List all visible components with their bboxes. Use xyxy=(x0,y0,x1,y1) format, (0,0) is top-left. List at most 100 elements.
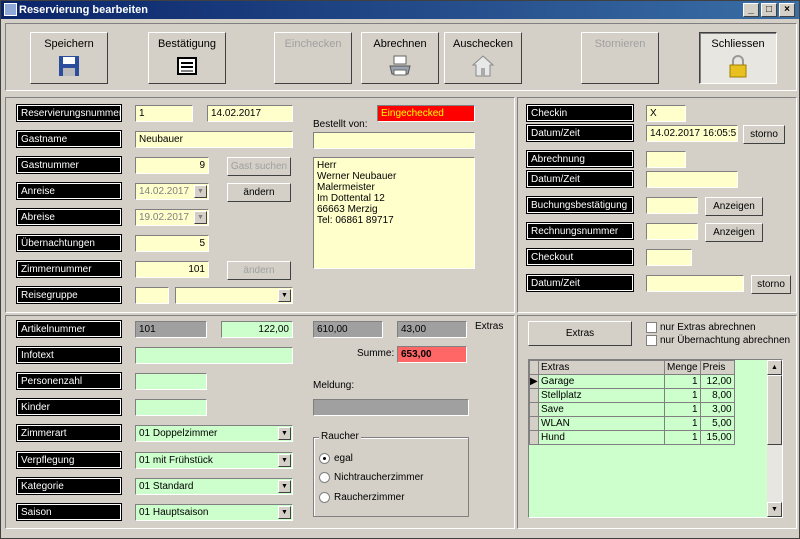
extra-price[interactable]: 15,00 xyxy=(699,430,735,445)
maximize-button[interactable]: □ xyxy=(761,3,777,17)
confirmation-button[interactable]: Bestätigung xyxy=(148,32,226,84)
row-selector xyxy=(529,416,539,431)
column-header-extras[interactable]: Extras xyxy=(538,360,665,375)
extra-quantity[interactable]: 1 xyxy=(664,374,701,389)
reservation-number-field[interactable]: 1 xyxy=(135,105,193,122)
extra-price[interactable]: 5,00 xyxy=(699,416,735,431)
extra-name[interactable]: Garage xyxy=(538,374,665,389)
billing-datetime-field[interactable] xyxy=(646,171,738,188)
chevron-down-icon[interactable]: ▼ xyxy=(278,454,291,467)
arrival-date-picker[interactable]: 14.02.2017 ▼ xyxy=(135,183,209,200)
smoker-option-label: Raucherzimmer xyxy=(334,492,405,504)
document-icon xyxy=(177,57,197,75)
smoker-option-smoking[interactable]: Raucherzimmer xyxy=(319,492,405,503)
change-dates-button[interactable]: ändern xyxy=(227,183,291,202)
close-label: Schliessen xyxy=(711,38,765,50)
extras-table[interactable]: Extras Menge Preis ▶ Garage 1 12,00 Stel… xyxy=(528,359,783,518)
board-select[interactable]: 01 mit Frühstück ▼ xyxy=(135,452,293,469)
departure-date-picker[interactable]: 19.02.2017 ▼ xyxy=(135,209,209,226)
room-number-field[interactable]: 101 xyxy=(135,261,209,278)
persons-field[interactable] xyxy=(135,373,207,390)
guest-name-field[interactable]: Neubauer xyxy=(135,131,293,148)
close-window-button[interactable]: × xyxy=(779,3,795,17)
checkout-datetime-field[interactable] xyxy=(646,275,744,292)
extras-button[interactable]: Extras xyxy=(528,321,632,346)
reservation-date-field[interactable]: 14.02.2017 xyxy=(207,105,293,122)
table-row[interactable]: WLAN 1 5,00 xyxy=(529,416,735,431)
show-confirmation-button[interactable]: Anzeigen xyxy=(705,197,763,216)
scroll-up-icon[interactable]: ▲ xyxy=(767,360,782,375)
address-line: Malermeister xyxy=(317,182,375,193)
cancel-reservation-button[interactable]: Stornieren xyxy=(581,32,659,84)
category-select[interactable]: 01 Standard ▼ xyxy=(135,478,293,495)
table-row[interactable]: Hund 1 15,00 xyxy=(529,430,735,445)
smoker-option-nonsmoking[interactable]: Nichtraucherzimmer xyxy=(319,472,423,483)
room-type-value: 01 Doppelzimmer xyxy=(139,428,218,439)
extras-scrollbar[interactable]: ▲ ▼ xyxy=(767,360,782,517)
extra-name[interactable]: Save xyxy=(538,402,665,417)
padlock-icon xyxy=(729,55,747,78)
extra-name[interactable]: Hund xyxy=(538,430,665,445)
search-guest-button[interactable]: Gast suchen xyxy=(227,157,291,176)
extra-price[interactable]: 12,00 xyxy=(699,374,735,389)
minimize-button[interactable]: _ xyxy=(743,3,759,17)
chevron-down-icon[interactable]: ▼ xyxy=(278,427,291,440)
scroll-thumb[interactable] xyxy=(767,375,782,445)
smoker-option-any[interactable]: egal xyxy=(319,453,353,464)
change-room-button[interactable]: ändern xyxy=(227,261,291,280)
only-nights-checkbox[interactable]: nur Übernachtung abrechnen xyxy=(646,335,790,346)
extra-name[interactable]: WLAN xyxy=(538,416,665,431)
travel-group-number-field[interactable] xyxy=(135,287,169,304)
show-invoice-button[interactable]: Anzeigen xyxy=(705,223,763,242)
billing-status-field[interactable] xyxy=(646,151,686,168)
scroll-down-icon[interactable]: ▼ xyxy=(767,502,782,517)
checkin-datetime-field[interactable]: 14.02.2017 16:05:51 xyxy=(646,125,738,142)
invoice-number-field[interactable] xyxy=(646,223,698,240)
checkin-button[interactable]: Einchecken xyxy=(274,32,352,84)
checkin-status-field[interactable]: X xyxy=(646,105,686,122)
table-row[interactable]: ▶ Garage 1 12,00 xyxy=(529,374,735,389)
extra-quantity[interactable]: 1 xyxy=(664,402,701,417)
billing-button[interactable]: Abrechnen xyxy=(361,32,439,84)
room-number-label: Zimmernummer xyxy=(16,260,122,278)
extra-price[interactable]: 3,00 xyxy=(699,402,735,417)
guest-number-field[interactable]: 9 xyxy=(135,157,209,174)
checkout-status-field[interactable] xyxy=(646,249,692,266)
table-row[interactable]: Save 1 3,00 xyxy=(529,402,735,417)
article-number-field[interactable]: 101 xyxy=(135,321,207,338)
save-button[interactable]: Speichern xyxy=(30,32,108,84)
extra-quantity[interactable]: 1 xyxy=(664,430,701,445)
chevron-down-icon[interactable]: ▼ xyxy=(278,480,291,493)
extra-quantity[interactable]: 1 xyxy=(664,416,701,431)
children-field[interactable] xyxy=(135,399,207,416)
reservation-number-label: Reservierungsnummer xyxy=(16,104,122,122)
column-header-price[interactable]: Preis xyxy=(699,360,735,375)
info-text-field[interactable] xyxy=(135,347,293,364)
checkout-button[interactable]: Auschecken xyxy=(444,32,522,84)
extra-price[interactable]: 8,00 xyxy=(699,388,735,403)
guest-address-textarea[interactable]: Herr Werner Neubauer Malermeister Im Dot… xyxy=(313,157,475,269)
checkbox-icon xyxy=(646,322,657,333)
chevron-down-icon[interactable]: ▼ xyxy=(194,185,207,198)
ordered-by-field[interactable] xyxy=(313,132,475,149)
only-extras-checkbox[interactable]: nur Extras abrechnen xyxy=(646,322,756,333)
address-line: Tel: 06861 89717 xyxy=(317,215,394,226)
travel-group-select[interactable]: ▼ xyxy=(175,287,293,304)
room-type-select[interactable]: 01 Doppelzimmer ▼ xyxy=(135,425,293,442)
extra-name[interactable]: Stellplatz xyxy=(538,388,665,403)
chevron-down-icon[interactable]: ▼ xyxy=(278,289,291,302)
billing-datetime-label: Datum/Zeit xyxy=(526,170,634,188)
close-button[interactable]: Schliessen xyxy=(699,32,777,84)
printer-icon xyxy=(389,55,411,76)
chevron-down-icon[interactable]: ▼ xyxy=(278,506,291,519)
chevron-down-icon[interactable]: ▼ xyxy=(194,211,207,224)
storno-checkout-button[interactable]: storno xyxy=(751,275,791,294)
extra-quantity[interactable]: 1 xyxy=(664,388,701,403)
storno-checkin-button[interactable]: storno xyxy=(743,125,785,144)
column-header-quantity[interactable]: Menge xyxy=(664,360,701,375)
season-select[interactable]: 01 Hauptsaison ▼ xyxy=(135,504,293,521)
booking-confirmation-field[interactable] xyxy=(646,197,698,214)
nights-field[interactable]: 5 xyxy=(135,235,209,252)
article-price-field[interactable]: 122,00 xyxy=(221,321,293,338)
table-row[interactable]: Stellplatz 1 8,00 xyxy=(529,388,735,403)
